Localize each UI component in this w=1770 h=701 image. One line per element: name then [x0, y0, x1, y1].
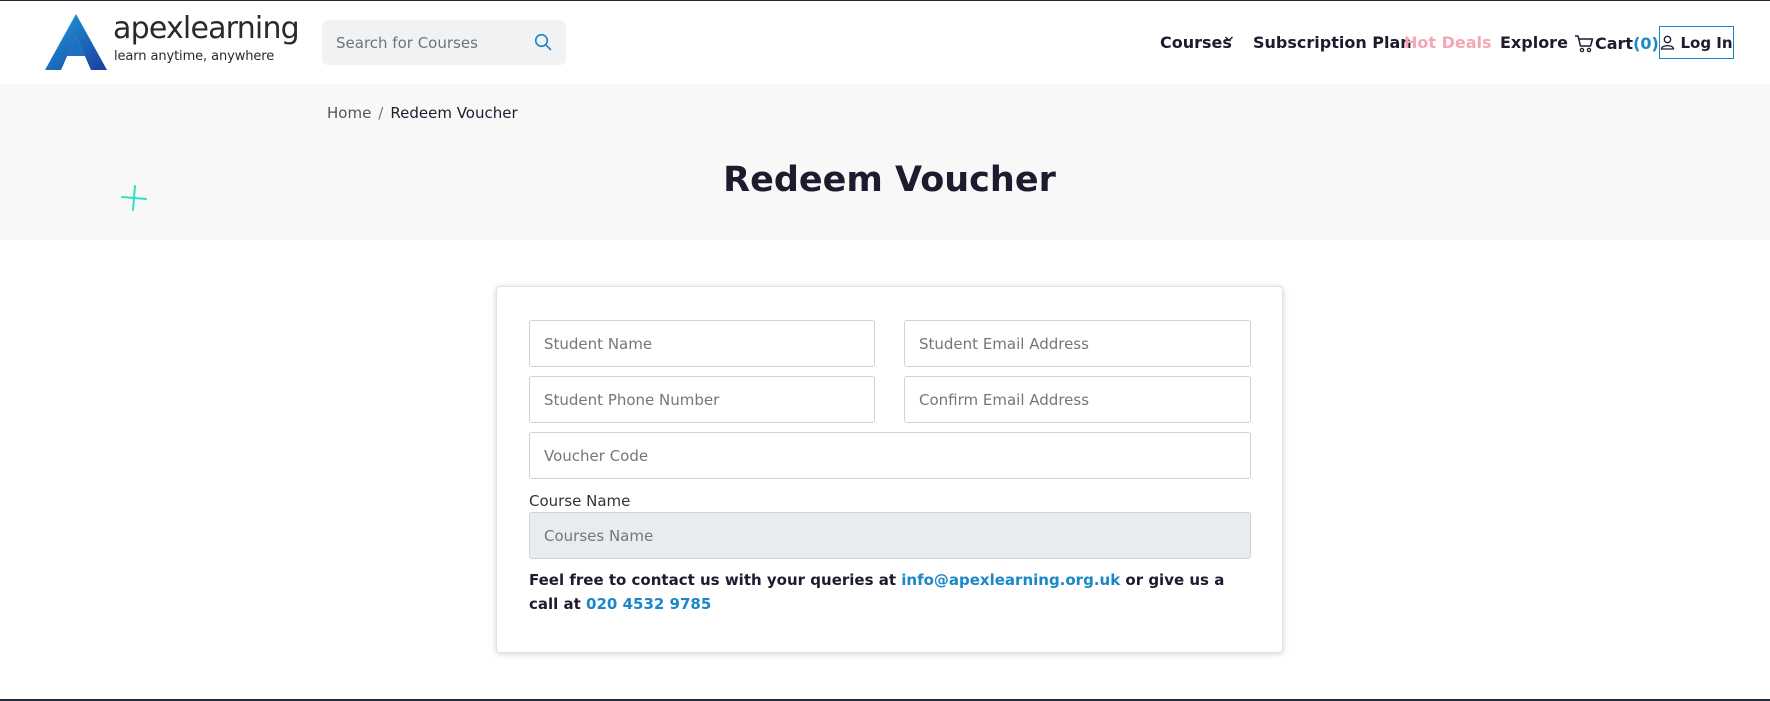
- voucher-code-input[interactable]: [530, 433, 1250, 478]
- nav-hot-deals[interactable]: Hot Deals: [1404, 33, 1492, 52]
- student-name-field: [529, 320, 875, 367]
- course-search: [322, 20, 566, 65]
- page-hero: Home / Redeem Voucher Redeem Voucher: [0, 84, 1770, 240]
- chevron-down-icon[interactable]: [1224, 35, 1234, 43]
- breadcrumb-separator: /: [378, 104, 384, 122]
- student-email-input[interactable]: [905, 321, 1250, 366]
- search-input[interactable]: [336, 20, 526, 65]
- contact-note: Feel free to contact us with your querie…: [529, 568, 1229, 616]
- login-label: Log In: [1680, 33, 1733, 52]
- breadcrumb-current: Redeem Voucher: [390, 104, 518, 122]
- confirm-email-input[interactable]: [905, 377, 1250, 422]
- logo-wordmark: apexlearning: [113, 11, 300, 46]
- course-name-field: [529, 512, 1251, 559]
- logo-tagline: learn anytime, anywhere: [114, 49, 275, 64]
- cart-label: Cart: [1595, 34, 1634, 53]
- search-icon[interactable]: [534, 33, 552, 51]
- breadcrumb-home[interactable]: Home: [327, 104, 371, 122]
- voucher-code-field: [529, 432, 1251, 479]
- page-title: Redeem Voucher: [723, 160, 1056, 200]
- student-phone-input[interactable]: [530, 377, 874, 422]
- plus-decoration-icon: [121, 185, 147, 211]
- cart-link[interactable]: Cart(0): [1595, 34, 1659, 53]
- site-header: apexlearning learn anytime, anywhere Cou…: [0, 1, 1770, 84]
- nav-explore[interactable]: Explore: [1500, 33, 1568, 52]
- contact-phone-link[interactable]: 020 4532 9785: [586, 595, 711, 613]
- breadcrumb: Home / Redeem Voucher: [327, 104, 518, 122]
- login-button[interactable]: Log In: [1659, 26, 1734, 59]
- course-name-label: Course Name: [529, 492, 631, 510]
- nav-courses[interactable]: Courses: [1160, 33, 1232, 52]
- contact-email-link[interactable]: info@apexlearning.org.uk: [901, 571, 1120, 589]
- student-phone-field: [529, 376, 875, 423]
- redeem-voucher-form: Course Name Feel free to contact us with…: [496, 286, 1283, 653]
- nav-subscription-plan[interactable]: Subscription Plan: [1253, 33, 1412, 52]
- student-email-field: [904, 320, 1251, 367]
- confirm-email-field: [904, 376, 1251, 423]
- contact-text-start: Feel free to contact us with your querie…: [529, 571, 902, 589]
- apex-triangle-logo-icon: [45, 14, 107, 70]
- cart-count: (0): [1633, 34, 1659, 53]
- student-name-input[interactable]: [530, 321, 874, 366]
- user-icon: [1661, 35, 1675, 50]
- cart-icon[interactable]: [1574, 34, 1594, 53]
- course-name-input: [530, 513, 1250, 558]
- apexlearning-logo[interactable]: apexlearning learn anytime, anywhere: [45, 11, 300, 71]
